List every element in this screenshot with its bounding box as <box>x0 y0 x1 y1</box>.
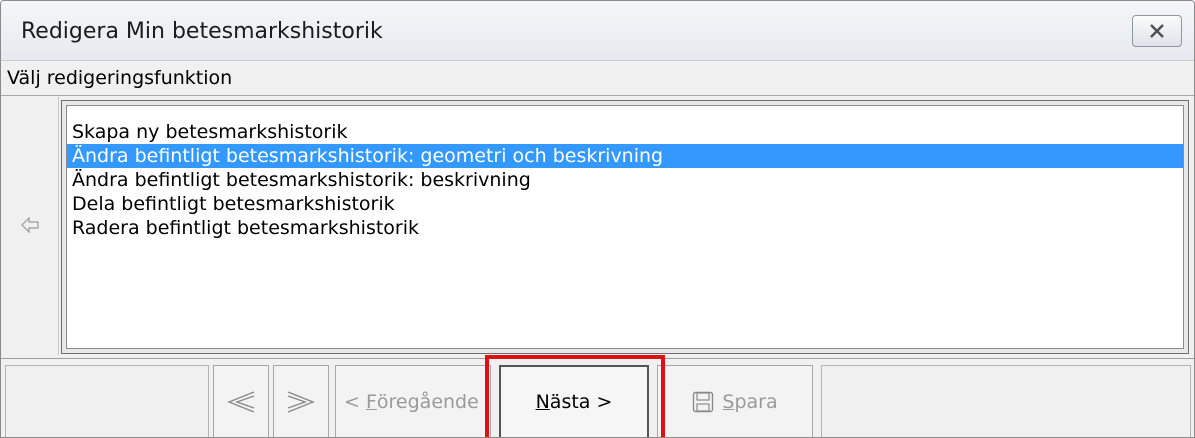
list-item[interactable]: Dela befintligt betesmarkshistorik <box>67 192 1183 216</box>
close-icon <box>1150 24 1164 38</box>
next-button[interactable]: Nästa > <box>499 365 649 437</box>
previous-mnemonic: F <box>365 391 377 413</box>
close-button[interactable] <box>1132 15 1182 47</box>
next-mnemonic: N <box>535 391 550 413</box>
previous-button[interactable]: < Föregående <box>335 365 491 437</box>
arrow-left-icon <box>21 217 39 233</box>
section-header: Välj redigeringsfunktion <box>1 62 1194 96</box>
back-navigation-strip[interactable] <box>1 97 59 355</box>
list-item[interactable]: Ändra befintligt betesmarkshistorik: bes… <box>67 168 1183 192</box>
next-arrow-button[interactable] <box>273 365 329 437</box>
toolbar-right-panel <box>821 365 1191 437</box>
previous-prefix: < <box>344 391 366 413</box>
list-item[interactable]: Radera befintligt betesmarkshistorik <box>67 216 1183 240</box>
save-button[interactable]: Spara <box>657 365 813 437</box>
list-item[interactable]: Skapa ny betesmarkshistorik <box>67 120 1183 144</box>
function-listbox[interactable]: Skapa ny betesmarkshistorik Ändra befint… <box>66 105 1184 349</box>
triangle-left-icon <box>227 391 255 413</box>
floppy-disk-icon <box>693 391 714 413</box>
dialog-window: Redigera Min betesmarkshistorik Välj red… <box>0 0 1195 438</box>
bottom-toolbar: < Föregående Nästa > Spara <box>1 358 1194 437</box>
next-label: ästa > <box>549 391 613 413</box>
save-mnemonic: S <box>722 391 735 413</box>
section-label: Välj redigeringsfunktion <box>7 67 233 89</box>
function-list-frame: Skapa ny betesmarkshistorik Ändra befint… <box>61 100 1189 354</box>
list-item-selected[interactable]: Ändra befintligt betesmarkshistorik: geo… <box>67 144 1183 168</box>
previous-arrow-button[interactable] <box>213 365 269 437</box>
save-label: para <box>734 391 778 413</box>
window-title: Redigera Min betesmarkshistorik <box>21 19 383 44</box>
triangle-right-icon <box>287 391 315 413</box>
title-bar: Redigera Min betesmarkshistorik <box>1 1 1194 61</box>
toolbar-left-panel <box>5 365 209 437</box>
previous-label: öregående <box>376 391 479 413</box>
